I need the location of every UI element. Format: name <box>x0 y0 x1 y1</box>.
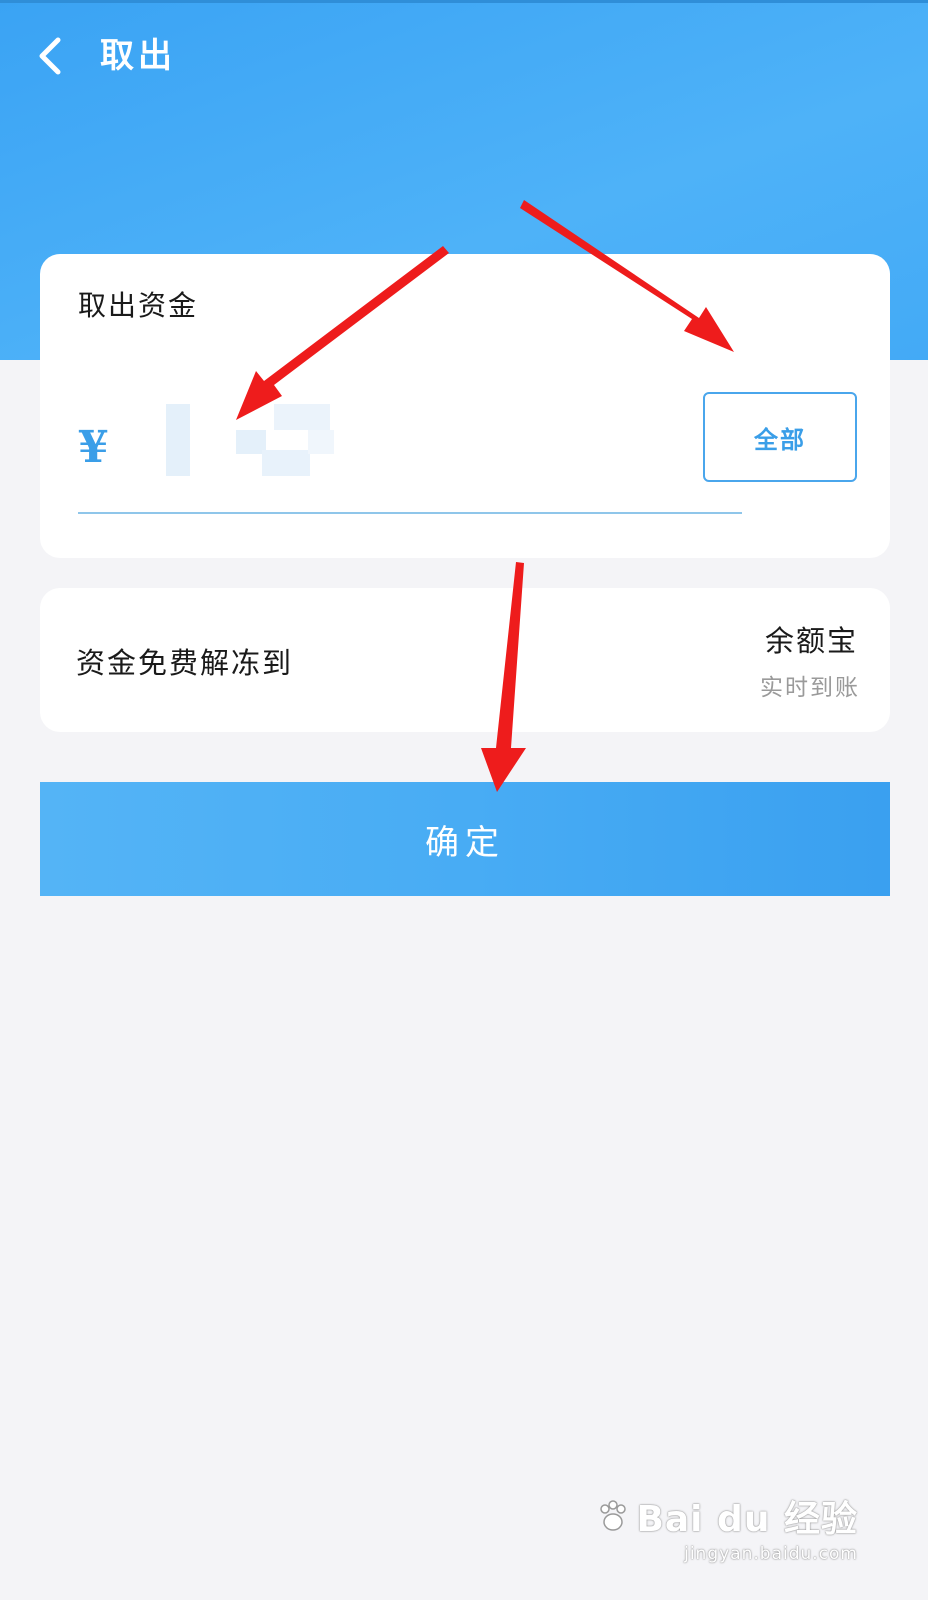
destination-name: 余额宝 <box>764 624 858 658</box>
withdraw-amount-card: 取出资金 ¥ 全部 <box>40 254 890 558</box>
status-bar-edge <box>0 0 928 3</box>
amount-input-underline <box>78 512 742 514</box>
withdraw-all-button[interactable]: 全部 <box>703 392 857 482</box>
amount-input[interactable] <box>160 404 724 496</box>
confirm-button[interactable]: 确定 <box>40 782 890 896</box>
withdraw-amount-label: 取出资金 <box>78 289 199 322</box>
watermark: Bai du 经验 jingyan.baidu.com <box>596 1490 858 1564</box>
watermark-url: jingyan.baidu.com <box>684 1544 858 1564</box>
destination-label: 资金免费解冻到 <box>76 646 294 680</box>
paw-icon <box>600 1500 627 1531</box>
page-title: 取出 <box>100 36 176 76</box>
currency-symbol: ¥ <box>78 422 109 473</box>
watermark-logo-text: Bai du 经验 <box>636 1499 858 1540</box>
watermark-logo: Bai du 经验 <box>596 1490 858 1542</box>
back-button[interactable] <box>28 28 80 84</box>
chevron-left-icon <box>39 37 61 75</box>
destination-card[interactable]: 资金免费解冻到 余额宝 实时到账 <box>40 588 890 732</box>
destination-arrival-note: 实时到账 <box>760 675 860 701</box>
